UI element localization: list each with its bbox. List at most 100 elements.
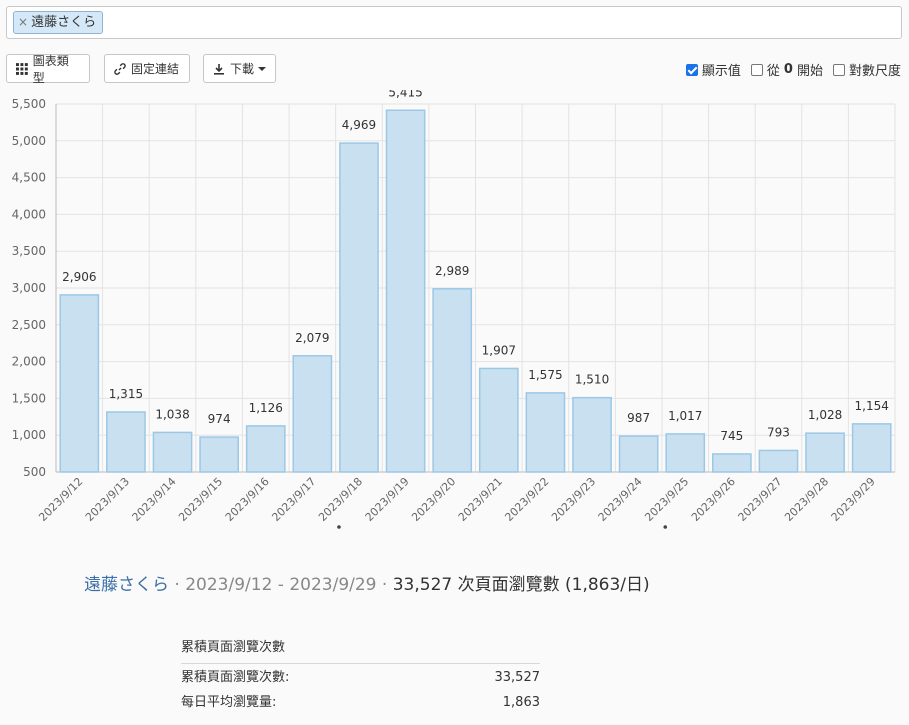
bar-value-label: 1,154 [855,399,889,413]
bar [478,367,519,473]
from-zero-value: 0 [783,62,793,77]
article-tag: × 遠藤さくら [13,11,104,34]
stats-label: 每日平均瀏覽量: [181,695,277,710]
event-marker-dot [337,525,341,529]
download-button[interactable]: 下載 [203,54,276,83]
bar-value-label: 1,510 [575,373,609,387]
summary-sep-2: · [376,575,393,595]
summary-sep-1: · [169,575,186,595]
bar [339,142,379,473]
summary-unit: 次頁面瀏覽數 (1,863/日) [452,575,650,595]
bar-value-label: 2,079 [295,331,329,345]
bar [758,449,799,473]
summary-date-range: 2023/9/12 - 2023/9/29 [185,575,377,595]
x-tick-label: 2023/9/29 [829,475,878,524]
log-scale-checkbox[interactable] [832,63,845,76]
x-tick-label: 2023/9/15 [176,475,225,524]
bar-value-label: 5,415 [388,90,422,99]
bar-value-label: 1,038 [155,407,189,421]
x-tick-label: 2023/9/14 [130,475,179,524]
show-values-label: 顯示值 [701,64,741,79]
bar [152,431,193,473]
bar-value-label: 2,906 [62,270,96,284]
stats-value: 1,863 [502,695,540,710]
x-tick-label: 2023/9/19 [363,475,412,524]
stats-heading: 累積頁面瀏覽次數 [181,636,540,664]
chart-options: 顯示值 從 0 開始 對數尺度 [685,60,901,79]
remove-tag-icon[interactable]: × [18,12,28,33]
bar [292,355,333,473]
permalink-button[interactable]: 固定連結 [104,54,190,83]
y-tick-label: 2,000 [12,355,46,369]
x-tick-label: 2023/9/24 [596,475,645,524]
article-tag-label: 遠藤さくら [31,15,97,30]
log-scale-label: 對數尺度 [848,64,901,79]
from-zero-suffix: 開始 [796,64,823,79]
bar-value-label: 4,969 [342,118,376,132]
bar-value-label: 1,017 [668,409,702,423]
bar [199,436,239,473]
bar-value-label: 1,575 [528,368,562,382]
x-tick-label: 2023/9/13 [83,475,132,524]
grid-icon [16,62,28,75]
bar [385,109,426,473]
x-tick-label: 2023/9/27 [736,475,785,524]
bar-value-label: 745 [720,429,743,443]
x-tick-label: 2023/9/17 [269,475,318,524]
log-scale-option[interactable]: 對數尺度 [832,60,901,79]
bar-value-label: 2,989 [435,264,469,278]
stats-label: 累積頁面瀏覽次數: [181,670,290,685]
bar-value-label: 1,907 [482,343,516,357]
y-tick-label: 1,000 [12,428,46,442]
from-zero-option[interactable]: 從 0 開始 [750,60,823,79]
article-tag-input[interactable]: × 遠藤さくら [6,6,902,39]
summary-article-link[interactable]: 遠藤さくら [84,575,169,595]
bar [665,433,706,473]
bar [712,453,752,473]
x-tick-label: 2023/9/28 [782,475,831,524]
y-tick-label: 3,500 [12,244,46,258]
x-tick-label: 2023/9/18 [316,475,365,524]
bar [59,294,100,473]
from-zero-checkbox[interactable] [750,63,763,76]
permalink-label: 固定連結 [131,62,180,76]
bar [525,392,566,473]
caret-down-icon [258,66,266,71]
x-tick-label: 2023/9/20 [409,475,458,524]
link-icon [114,62,126,75]
y-tick-label: 4,500 [12,171,46,185]
bar-value-label: 1,315 [109,387,143,401]
bar [572,396,612,473]
summary-line: 遠藤さくら · 2023/9/12 - 2023/9/29 · 33,527 次… [84,570,650,595]
download-icon [214,63,224,75]
y-tick-label: 5,500 [12,97,46,111]
y-tick-label: 3,000 [12,281,46,295]
y-tick-label: 2,500 [12,318,46,332]
pageviews-bar-chart: 500 1,000 1,500 2,000 2,500 3,000 3,500 4,000 4,… [12,90,896,529]
bar-value-label: 987 [627,411,650,425]
y-tick-label: 4,000 [12,207,46,221]
bar-value-label: 1,126 [249,401,283,415]
chart-type-label: 圖表類型 [32,53,69,85]
summary-total: 33,527 [392,575,453,595]
show-values-option[interactable]: 顯示值 [685,60,741,79]
show-values-checkbox[interactable] [685,63,698,76]
chart-type-button[interactable]: 圖表類型 [6,53,90,85]
y-tick-label: 1,500 [12,391,46,405]
x-tick-label: 2023/9/26 [689,475,738,524]
bar [106,411,146,473]
bar [618,435,659,473]
x-tick-label: 2023/9/16 [223,475,272,524]
stats-row: 累積頁面瀏覽次數: 33,527 [181,667,540,689]
x-tick-label: 2023/9/22 [502,475,551,524]
bar-value-label: 793 [767,425,790,439]
y-tick-label: 500 [23,465,46,479]
bar [245,425,286,473]
x-tick-label: 2023/9/21 [456,475,505,524]
bar-value-label: 1,028 [808,408,842,422]
bar-value-label: 974 [208,412,231,426]
from-zero-prefix: 從 [766,64,780,79]
stats-table: 累積頁面瀏覽次數 累積頁面瀏覽次數: 33,527 每日平均瀏覽量: 1,863 [181,636,540,714]
stats-value: 33,527 [494,670,541,685]
bar [851,423,892,473]
